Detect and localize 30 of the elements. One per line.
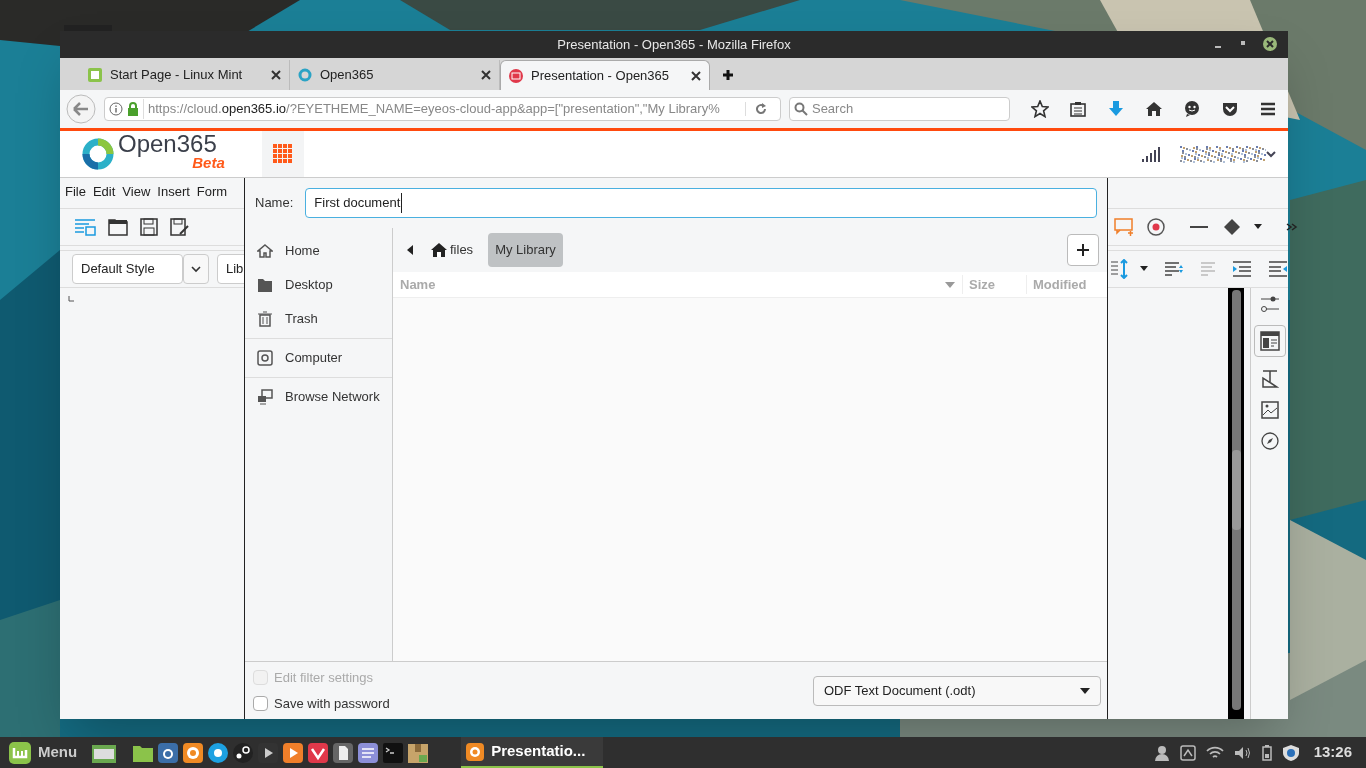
window-title: Presentation - Open365 - Mozilla Firefox [557,35,791,54]
breadcrumb-button[interactable]: files [423,233,481,267]
place-item[interactable]: Browse Network [245,380,392,414]
browser-tab[interactable]: Presentation - Open365 [500,60,710,90]
place-item[interactable]: Computer [245,341,392,375]
search-input[interactable]: Search [811,99,1005,119]
style-dropdown[interactable]: Default Style [72,254,183,284]
breadcrumb-button[interactable]: My Library [488,233,563,267]
logo-text: Open365 [118,132,217,155]
menu-item[interactable]: Form [196,182,228,202]
address-bar[interactable]: https://cloud.open365.io/?EYETHEME_NAME=eyeos-cloud-app&app=["presentation","My Library% [104,97,781,121]
clock-text[interactable]: 13:26 [1313,741,1352,764]
menu-button[interactable]: Menu [4,737,82,768]
menu-item[interactable]: Insert [157,182,190,202]
tab-title: Presentation - Open365 [531,66,671,85]
checkbox-label: Edit filter settings [274,669,373,687]
menu-item[interactable]: Edit [92,182,116,202]
name-field[interactable]: First document [305,188,1097,218]
tab-title: Open365 [320,66,375,85]
taskbar-window-button[interactable]: Presentatio... [461,737,604,768]
place-item[interactable]: Trash [245,302,392,336]
checkbox-label: Save with password [274,694,390,713]
menu-item[interactable]: View [122,182,151,202]
url-text: https://cloud.open365.io/?EYETHEME_NAME=eyeos-cloud-app&app=["presentation","My Library% [143,99,741,119]
tab-title: Start Page - Linux Mint [110,66,244,85]
menu-item[interactable]: File [65,182,86,202]
beta-label: Beta [192,154,225,170]
name-label: Name: [255,194,294,213]
search-field[interactable]: Search [788,97,1010,121]
file-type-dropdown[interactable]: ODF Text Document (.odt) [813,675,1101,706]
